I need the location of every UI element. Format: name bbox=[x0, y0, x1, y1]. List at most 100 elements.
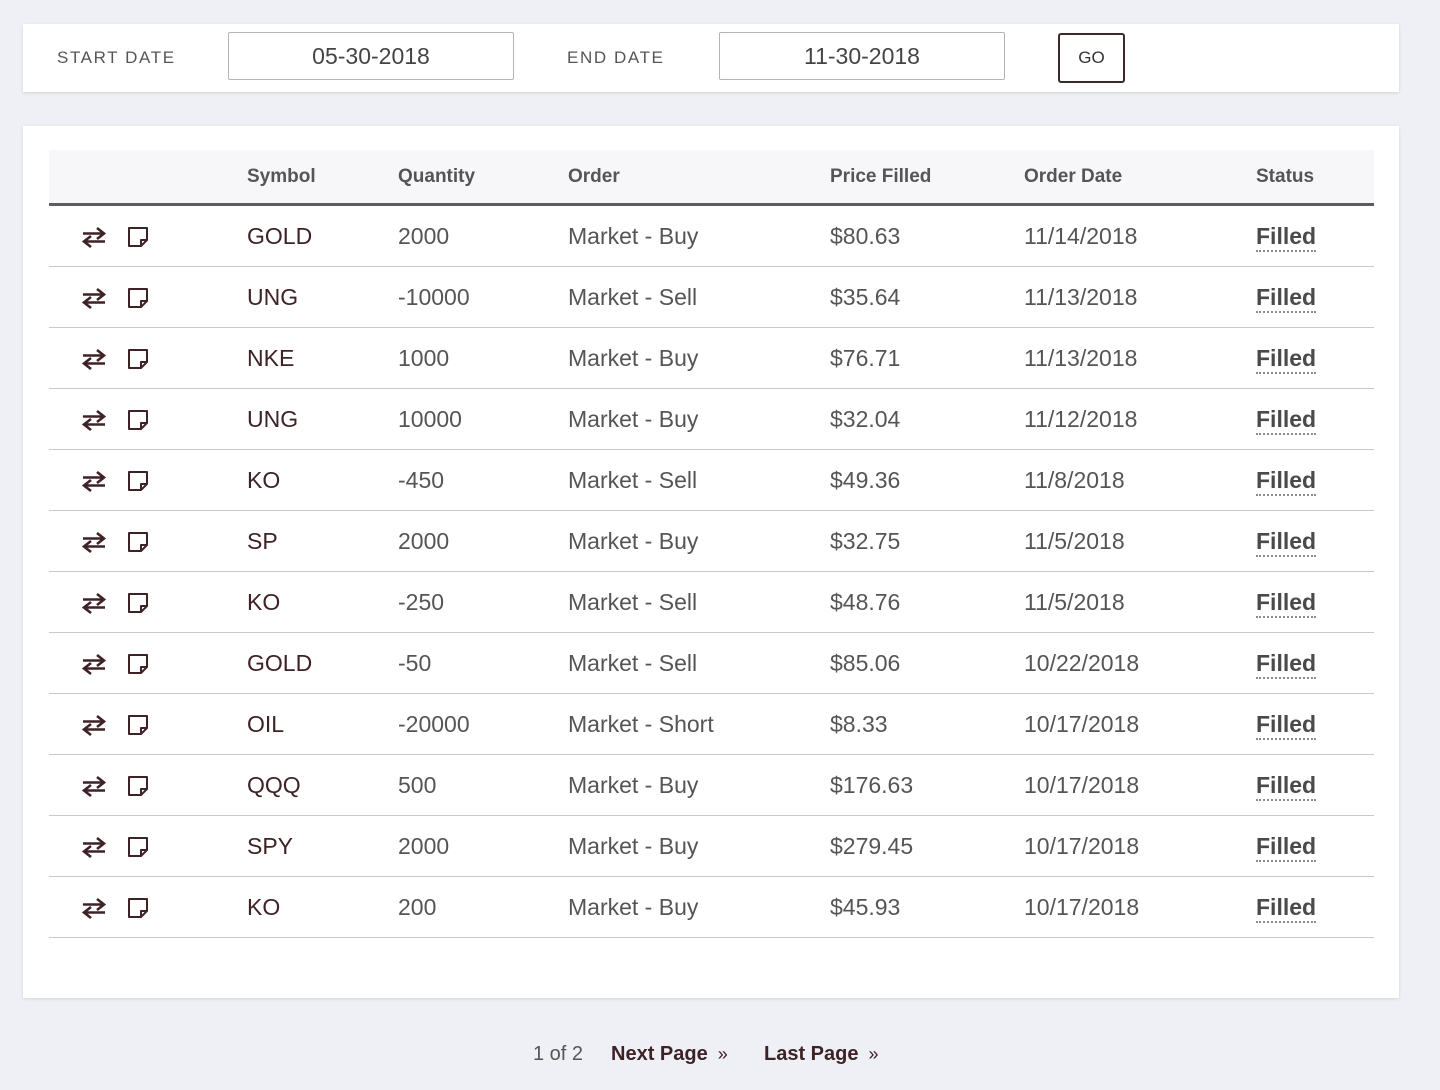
swap-arrows-icon[interactable] bbox=[81, 226, 107, 249]
end-date-input[interactable] bbox=[719, 32, 1005, 80]
order-date-cell: 11/14/2018 bbox=[1024, 204, 1256, 267]
note-icon[interactable] bbox=[127, 592, 149, 614]
symbol-cell: UNG bbox=[247, 266, 398, 328]
swap-arrows-icon[interactable] bbox=[81, 531, 107, 554]
table-row: GOLD -50 Market - Sell $85.06 10/22/2018 Fill… bbox=[49, 632, 1374, 694]
status-link[interactable]: Filled bbox=[1256, 588, 1317, 618]
swap-arrows-icon[interactable] bbox=[81, 287, 107, 310]
note-icon[interactable] bbox=[127, 714, 149, 736]
order-cell: Market - Sell bbox=[568, 571, 830, 633]
status-link[interactable]: Filled bbox=[1256, 771, 1317, 801]
note-icon[interactable] bbox=[127, 470, 149, 492]
swap-arrows-icon[interactable] bbox=[81, 897, 107, 920]
swap-arrows-icon[interactable] bbox=[81, 653, 107, 676]
status-cell: Filled bbox=[1256, 510, 1374, 572]
row-actions bbox=[49, 266, 247, 328]
price-filled-cell: $279.45 bbox=[830, 815, 1024, 877]
status-cell: Filled bbox=[1256, 632, 1374, 694]
price-filled-cell: $35.64 bbox=[830, 266, 1024, 328]
status-link[interactable]: Filled bbox=[1256, 893, 1317, 923]
swap-arrows-icon[interactable] bbox=[81, 409, 107, 432]
quantity-cell: -250 bbox=[398, 571, 568, 633]
symbol-cell: NKE bbox=[247, 327, 398, 389]
note-icon[interactable] bbox=[127, 348, 149, 370]
order-cell: Market - Buy bbox=[568, 754, 830, 816]
order-cell: Market - Short bbox=[568, 693, 830, 755]
note-icon[interactable] bbox=[127, 531, 149, 553]
status-link[interactable]: Filled bbox=[1256, 344, 1317, 374]
order-cell: Market - Buy bbox=[568, 388, 830, 450]
note-icon[interactable] bbox=[127, 226, 149, 248]
go-button[interactable]: GO bbox=[1058, 33, 1125, 83]
order-cell: Market - Sell bbox=[568, 632, 830, 694]
row-actions bbox=[49, 204, 247, 267]
row-actions bbox=[49, 510, 247, 572]
quantity-header[interactable]: Quantity bbox=[398, 150, 568, 206]
status-link[interactable]: Filled bbox=[1256, 283, 1317, 313]
table-row: NKE 1000 Market - Buy $76.71 11/13/2018 Fille… bbox=[49, 327, 1374, 389]
orders-table-body: GOLD 2000 Market - Buy $80.63 11/14/2018 Fill… bbox=[49, 204, 1374, 938]
quantity-cell: -10000 bbox=[398, 266, 568, 328]
note-icon[interactable] bbox=[127, 775, 149, 797]
order-date-header[interactable]: Order Date bbox=[1024, 150, 1256, 206]
table-row: QQQ 500 Market - Buy $176.63 10/17/2018 Fille… bbox=[49, 754, 1374, 816]
status-link[interactable]: Filled bbox=[1256, 466, 1317, 496]
order-cell: Market - Buy bbox=[568, 204, 830, 267]
status-link[interactable]: Filled bbox=[1256, 405, 1317, 435]
status-cell: Filled bbox=[1256, 754, 1374, 816]
table-row: KO 200 Market - Buy $45.93 10/17/2018 Filled bbox=[49, 876, 1374, 938]
next-page-link[interactable]: Next Page » bbox=[611, 1043, 728, 1066]
note-icon[interactable] bbox=[127, 897, 149, 919]
row-actions bbox=[49, 876, 247, 938]
note-icon[interactable] bbox=[127, 287, 149, 309]
status-link[interactable]: Filled bbox=[1256, 832, 1317, 862]
price-filled-cell: $32.75 bbox=[830, 510, 1024, 572]
order-header[interactable]: Order bbox=[568, 150, 830, 206]
swap-arrows-icon[interactable] bbox=[81, 836, 107, 859]
symbol-cell: KO bbox=[247, 449, 398, 511]
start-date-input[interactable] bbox=[228, 32, 514, 80]
status-cell: Filled bbox=[1256, 693, 1374, 755]
symbol-cell: QQQ bbox=[247, 754, 398, 816]
status-cell: Filled bbox=[1256, 388, 1374, 450]
order-date-cell: 10/17/2018 bbox=[1024, 815, 1256, 877]
note-icon[interactable] bbox=[127, 653, 149, 675]
status-link[interactable]: Filled bbox=[1256, 527, 1317, 557]
swap-arrows-icon[interactable] bbox=[81, 348, 107, 371]
status-link[interactable]: Filled bbox=[1256, 710, 1317, 740]
swap-arrows-icon[interactable] bbox=[81, 714, 107, 737]
end-date-label: END DATE bbox=[567, 48, 665, 67]
price-filled-cell: $85.06 bbox=[830, 632, 1024, 694]
swap-arrows-icon[interactable] bbox=[81, 592, 107, 615]
order-cell: Market - Buy bbox=[568, 876, 830, 938]
row-actions bbox=[49, 693, 247, 755]
status-cell: Filled bbox=[1256, 815, 1374, 877]
row-actions bbox=[49, 632, 247, 694]
symbol-header[interactable]: Symbol bbox=[247, 150, 398, 206]
status-link[interactable]: Filled bbox=[1256, 649, 1317, 679]
note-icon[interactable] bbox=[127, 409, 149, 431]
status-link[interactable]: Filled bbox=[1256, 222, 1317, 252]
price-filled-cell: $45.93 bbox=[830, 876, 1024, 938]
table-row: UNG -10000 Market - Sell $35.64 11/13/2018 Fi… bbox=[49, 266, 1374, 328]
table-row: UNG 10000 Market - Buy $32.04 11/12/2018 Fill… bbox=[49, 388, 1374, 450]
row-actions bbox=[49, 327, 247, 389]
symbol-cell: SP bbox=[247, 510, 398, 572]
price-filled-header[interactable]: Price Filled bbox=[830, 150, 1024, 206]
price-filled-cell: $48.76 bbox=[830, 571, 1024, 633]
status-cell: Filled bbox=[1256, 204, 1374, 267]
quantity-cell: -20000 bbox=[398, 693, 568, 755]
order-cell: Market - Buy bbox=[568, 327, 830, 389]
page-indicator: 1 of 2 bbox=[533, 1043, 584, 1065]
swap-arrows-icon[interactable] bbox=[81, 775, 107, 798]
actions-header bbox=[49, 150, 247, 206]
note-icon[interactable] bbox=[127, 836, 149, 858]
table-row: KO -250 Market - Sell $48.76 11/5/2018 Filled bbox=[49, 571, 1374, 633]
swap-arrows-icon[interactable] bbox=[81, 470, 107, 493]
status-header[interactable]: Status bbox=[1256, 150, 1374, 206]
row-actions bbox=[49, 754, 247, 816]
quantity-cell: 2000 bbox=[398, 815, 568, 877]
table-row: SPY 2000 Market - Buy $279.45 10/17/2018 Fill… bbox=[49, 815, 1374, 877]
table-header-row: Symbol Quantity Order Price Filled Order… bbox=[49, 150, 1374, 206]
last-page-link[interactable]: Last Page » bbox=[764, 1043, 879, 1066]
